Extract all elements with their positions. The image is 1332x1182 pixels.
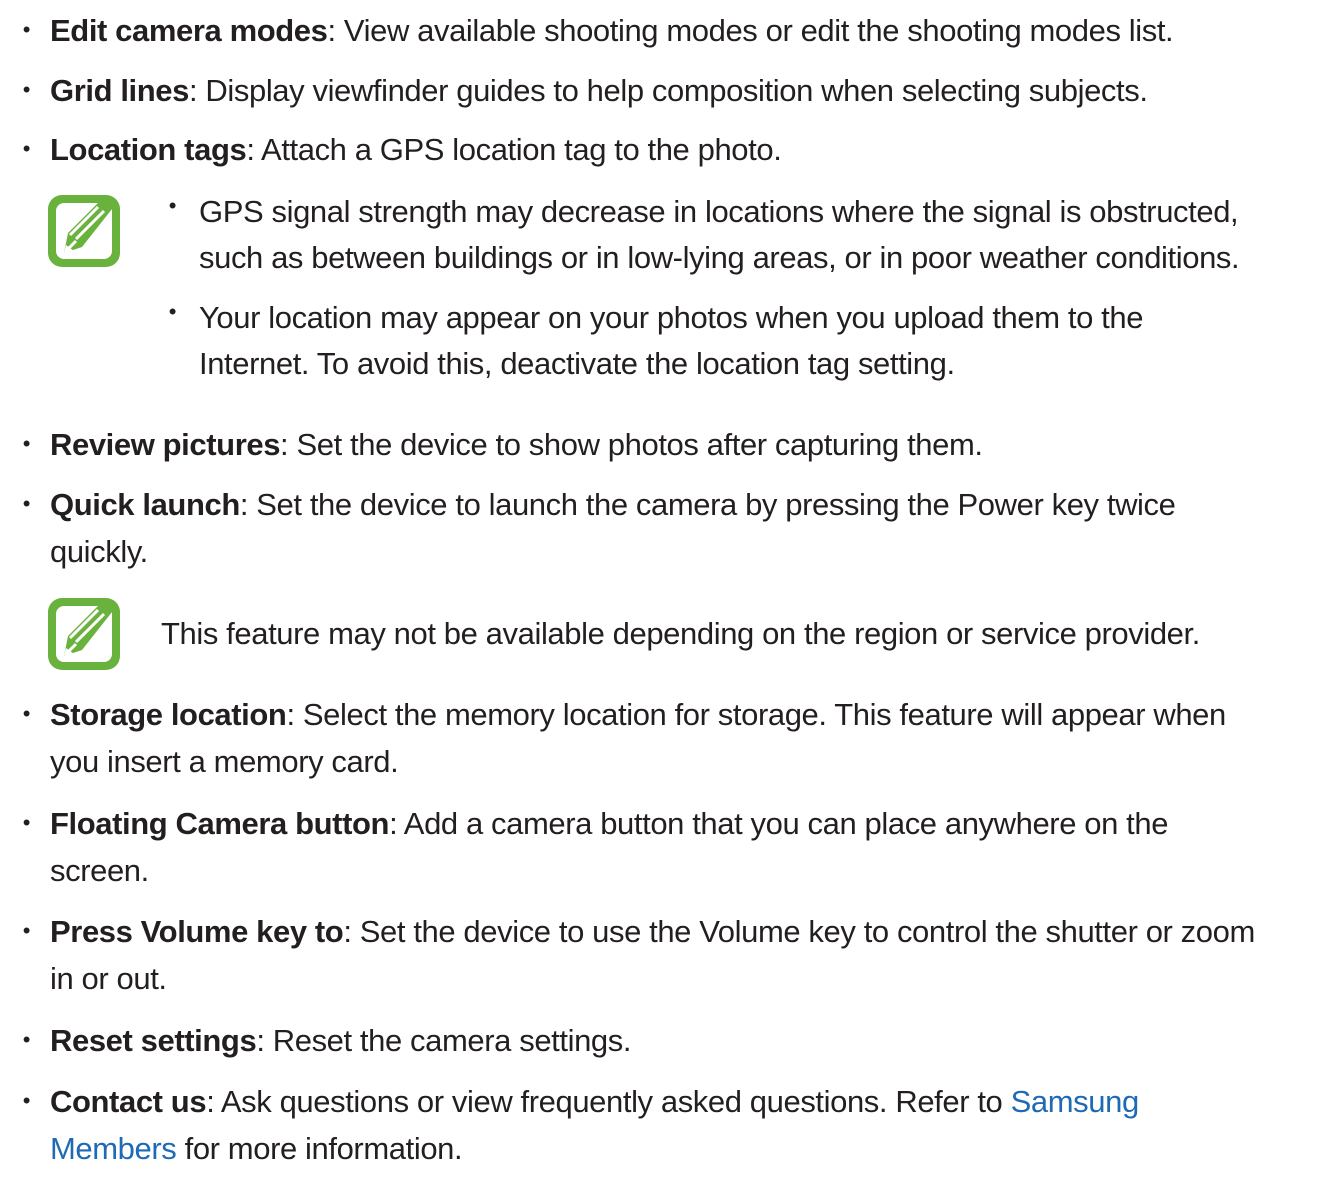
item-continuation: in or out. bbox=[50, 961, 167, 996]
bullet: • bbox=[22, 491, 31, 516]
item-term: Location tags bbox=[50, 132, 247, 167]
item-term: Edit camera modes bbox=[50, 13, 328, 48]
note-text-line: such as between buildings or in low-lyin… bbox=[199, 240, 1240, 275]
item-description: : View available shooting modes or edit … bbox=[327, 13, 1174, 48]
item-description: : Ask questions or view frequently asked… bbox=[206, 1084, 1011, 1119]
bullet: • bbox=[22, 810, 31, 835]
note-pencil-icon bbox=[48, 195, 120, 267]
item-term: Storage location bbox=[50, 697, 287, 732]
bullet: • bbox=[22, 701, 31, 726]
bullet: • bbox=[22, 431, 31, 456]
item-continuation: quickly. bbox=[50, 534, 148, 569]
item-continuation: you insert a memory card. bbox=[50, 744, 399, 779]
bullet: • bbox=[22, 136, 31, 161]
samsung-members-link[interactable]: Members bbox=[50, 1131, 177, 1166]
item-term: Review pictures bbox=[50, 427, 281, 462]
item-description: : Display viewfinder guides to help comp… bbox=[188, 73, 1148, 108]
item-description: : Set the device to launch the camera by… bbox=[239, 487, 1176, 522]
item-description: : Add a camera button that you can place… bbox=[389, 806, 1169, 841]
note-bullet: • bbox=[168, 193, 177, 218]
note-text: This feature may not be available depend… bbox=[161, 616, 1200, 651]
item-term: Press Volume key to bbox=[50, 914, 344, 949]
item-description: : Select the memory location for storage… bbox=[286, 697, 1226, 732]
item-term: Reset settings bbox=[50, 1023, 257, 1058]
bullet: • bbox=[22, 1088, 31, 1113]
item-description: : Attach a GPS location tag to the photo… bbox=[246, 132, 782, 167]
item-continuation: for more information. bbox=[176, 1131, 463, 1166]
note-pencil-icon bbox=[48, 598, 120, 670]
item-description: : Set the device to show photos after ca… bbox=[280, 427, 983, 462]
item-term: Quick launch bbox=[50, 487, 240, 522]
bullet: • bbox=[22, 1027, 31, 1052]
item-description: : Reset the camera settings. bbox=[256, 1023, 632, 1058]
note-text-line: GPS signal strength may decrease in loca… bbox=[199, 194, 1239, 229]
item-continuation: screen. bbox=[50, 853, 149, 888]
note-text-line: Your location may appear on your photos … bbox=[199, 300, 1144, 335]
item-term: Grid lines bbox=[50, 73, 189, 108]
samsung-members-link[interactable]: Samsung bbox=[1011, 1084, 1140, 1119]
note-text-line: Internet. To avoid this, deactivate the … bbox=[199, 346, 955, 381]
item-term: Floating Camera button bbox=[50, 806, 390, 841]
note-bullet: • bbox=[168, 299, 177, 324]
bullet: • bbox=[22, 918, 31, 943]
item-term: Contact us bbox=[50, 1084, 207, 1119]
bullet: • bbox=[22, 77, 31, 102]
bullet: • bbox=[22, 17, 31, 42]
item-description: : Set the device to use the Volume key t… bbox=[343, 914, 1255, 949]
